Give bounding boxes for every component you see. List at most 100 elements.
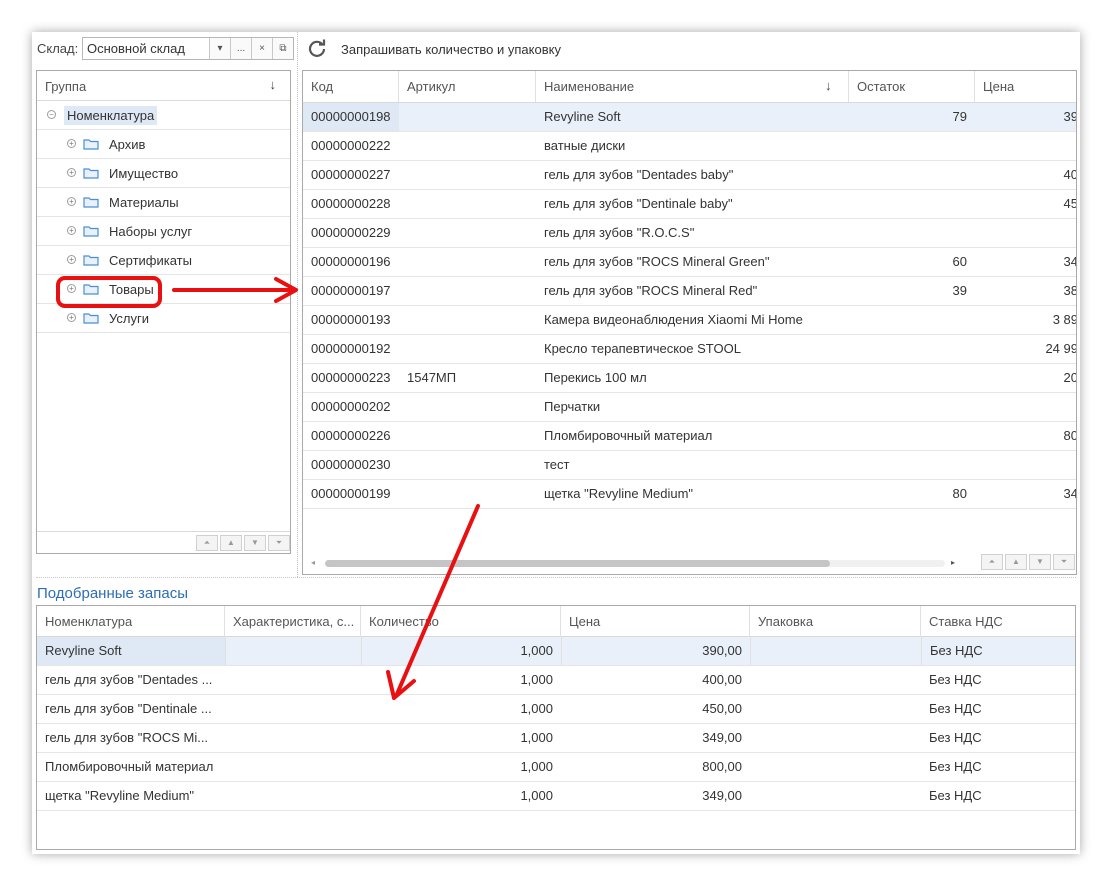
expand-icon[interactable]: + [67,168,76,177]
cell-article [399,480,536,508]
cell-stock [849,422,975,450]
cell-name: Камера видеонаблюдения Xiaomi Mi Home [544,312,803,327]
table-row[interactable]: 00000000196 гель для зубов "ROCS Mineral … [303,248,1076,277]
table-row[interactable]: гель для зубов "ROCS Mi... 1,000 349,00 Без… [37,724,1075,753]
warehouse-field[interactable]: Основной склад ▾ ... × ⧉ [82,37,294,60]
cell-price: 349,00 [702,730,742,745]
selected-stocks-table: Номенклатура Характеристика, с... Количе… [36,605,1076,850]
cell-code: 00000000202 [311,399,391,414]
cell-name: Перчатки [544,399,601,414]
nav-down-icon[interactable]: ▼ [1029,554,1051,570]
col-characteristic[interactable]: Характеристика, с... [225,606,361,637]
table-row[interactable]: 00000000230 тест [303,451,1076,480]
cell-name: гель для зубов "ROCS Mineral Green" [544,254,770,269]
cell-pack [750,637,921,665]
scroll-right-icon[interactable]: ▸ [951,558,955,567]
cell-price: 34 [1063,254,1077,269]
col-vat[interactable]: Ставка НДС [921,606,1075,637]
expand-icon[interactable]: + [67,255,76,264]
warehouse-value[interactable]: Основной склад [83,38,209,59]
cell-stock [849,335,975,363]
table-row[interactable]: щетка "Revyline Medium" 1,000 349,00 Без НД… [37,782,1075,811]
table-row[interactable]: 00000000222 ватные диски [303,132,1076,161]
collapse-icon[interactable]: − [47,110,56,119]
warehouse-clear-button[interactable]: × [251,38,272,59]
nav-last-icon[interactable]: ⏷ [1053,554,1075,570]
folder-icon [83,313,99,324]
cell-price: 800,00 [702,759,742,774]
table-row[interactable]: 00000000193 Камера видеонаблюдения Xiaomi… [303,306,1076,335]
cell-name: тест [544,457,570,472]
col-name[interactable]: Наименование [536,71,849,102]
col-quantity[interactable]: Количество [361,606,561,637]
ask-quantity-toggle[interactable]: Запрашивать количество и упаковку [341,42,561,57]
cell-item: гель для зубов "Dentades ... [45,672,213,687]
tree-node[interactable]: + Наборы услуг [37,217,290,246]
warehouse-dropdown-button[interactable]: ▾ [209,38,230,59]
cell-code: 00000000226 [311,428,391,443]
table-row[interactable]: 00000000198 Revyline Soft 79 39 [303,103,1076,132]
tree-node-label: Материалы [109,195,179,210]
tree-node[interactable]: + Имущество [37,159,290,188]
col-price[interactable]: Цена [561,606,750,637]
tree-node[interactable]: + Услуги [37,304,290,333]
col-item[interactable]: Номенклатура [37,606,225,637]
scroll-left-icon[interactable]: ◂ [311,558,315,567]
cell-pack [750,666,921,694]
table-row[interactable]: 00000000227 гель для зубов "Dentades baby… [303,161,1076,190]
expand-icon[interactable]: + [67,139,76,148]
table-row[interactable]: 00000000229 гель для зубов "R.O.C.S" [303,219,1076,248]
cell-code: 00000000229 [311,225,391,240]
table-row[interactable]: 00000000192 Кресло терапевтическое STOOL 2… [303,335,1076,364]
scroll-thumb[interactable] [325,560,830,567]
cell-stock [849,219,975,247]
tree-node-label: Наборы услуг [109,224,193,239]
cell-name: Перекись 100 мл [544,370,647,385]
nav-up-icon[interactable]: ▲ [1005,554,1027,570]
group-tree-header[interactable]: Группа ↓ [37,71,290,101]
tree-node-root[interactable]: − Номенклатура [37,101,290,130]
cell-item: Revyline Soft [37,637,225,665]
expand-icon[interactable]: + [67,313,76,322]
cell-code: 00000000196 [311,254,391,269]
table-row[interactable]: 00000000226 Пломбировочный материал 80 [303,422,1076,451]
cell-price: 80 [1063,428,1077,443]
cell-qty: 1,000 [520,788,553,803]
table-row[interactable]: 00000000223 1547МП Перекись 100 мл 20 [303,364,1076,393]
nav-last-icon[interactable]: ⏷ [268,535,290,551]
nav-up-icon[interactable]: ▲ [220,535,242,551]
table-row[interactable]: 00000000228 гель для зубов "Dentinale bab… [303,190,1076,219]
cell-code: 00000000193 [311,312,391,327]
cell-article [399,451,536,479]
expand-icon[interactable]: + [67,226,76,235]
col-price[interactable]: Цена [975,71,1076,102]
tree-node[interactable]: + Материалы [37,188,290,217]
cell-price: 400,00 [702,672,742,687]
col-article[interactable]: Артикул [399,71,536,102]
col-stock[interactable]: Остаток [849,71,975,102]
pane-splitter[interactable] [297,32,298,577]
table-row[interactable]: 00000000197 гель для зубов "ROCS Mineral … [303,277,1076,306]
table-row[interactable]: гель для зубов "Dentinale ... 1,000 450,00… [37,695,1075,724]
table-row[interactable]: Revyline Soft 1,000 390,00 Без НДС [37,637,1075,666]
cell-char [225,782,361,810]
nav-first-icon[interactable]: ⏶ [981,554,1003,570]
warehouse-select-button[interactable]: ... [230,38,251,59]
tree-node[interactable]: + Архив [37,130,290,159]
tree-node[interactable]: + Сертификаты [37,246,290,275]
col-code[interactable]: Код [303,71,399,102]
col-package[interactable]: Упаковка [750,606,921,637]
table-row[interactable]: 00000000202 Перчатки [303,393,1076,422]
cell-name: гель для зубов "Dentades baby" [544,167,734,182]
warehouse-open-button[interactable]: ⧉ [272,38,293,59]
table-row[interactable]: Пломбировочный материал 1,000 800,00 Без НД… [37,753,1075,782]
tree-node-label: Сертификаты [109,253,192,268]
expand-icon[interactable]: + [67,197,76,206]
refresh-icon[interactable] [307,38,327,58]
nav-down-icon[interactable]: ▼ [244,535,266,551]
table-row[interactable]: гель для зубов "Dentades ... 1,000 400,00 Б… [37,666,1075,695]
cell-stock: 79 [952,109,967,124]
table-row[interactable]: 00000000199 щетка "Revyline Medium" 80 34 [303,480,1076,509]
horizontal-scrollbar[interactable]: ◂ ▸ [311,558,961,568]
nav-first-icon[interactable]: ⏶ [196,535,218,551]
